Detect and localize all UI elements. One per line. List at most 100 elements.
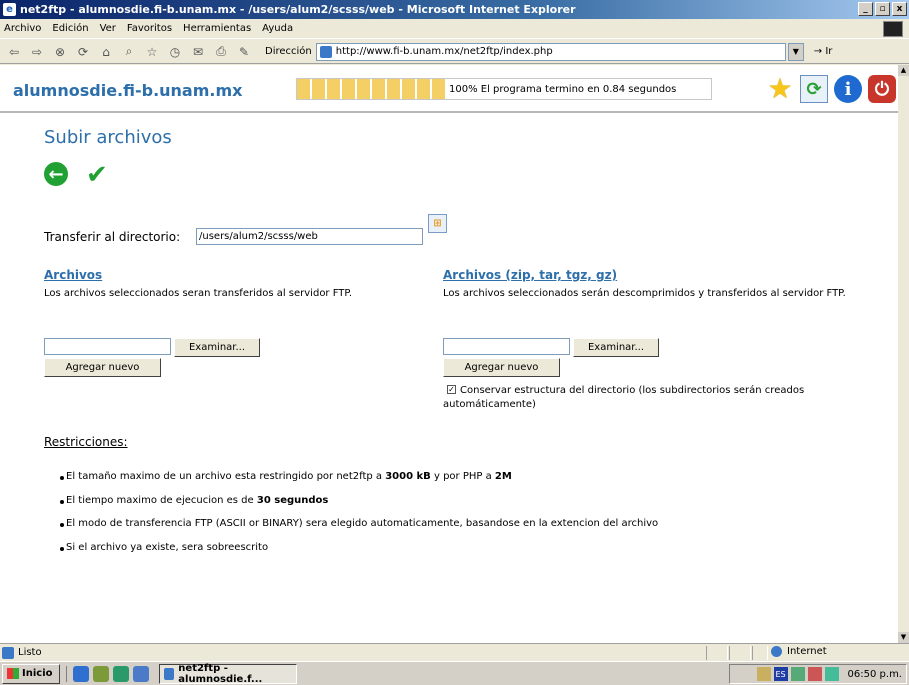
go-button[interactable]: → Ir: [814, 46, 833, 57]
home-icon[interactable]: ⌂: [96, 43, 116, 61]
archive-add-new-button[interactable]: Agregar nuevo: [443, 358, 560, 377]
tree-browse-icon[interactable]: ⊞: [428, 214, 447, 233]
go-label: Ir: [825, 46, 833, 57]
desktop-icon[interactable]: [93, 665, 109, 682]
scroll-up-icon[interactable]: ▲: [898, 65, 909, 76]
stop-icon[interactable]: ⊗: [50, 43, 70, 61]
start-button[interactable]: Inicio: [2, 663, 60, 684]
restriction-item: Si el archivo ya existe, sera sobreescri…: [59, 542, 658, 566]
keep-structure-label: Conservar estructura del directorio (los…: [443, 385, 805, 410]
progress-bar: 100% El programa termino en 0.84 segundo…: [296, 78, 712, 100]
address-label: Dirección: [265, 46, 312, 57]
files-description: Los archivos seleccionados seran transfe…: [44, 288, 353, 299]
address-url: http://www.fi-b.unam.mx/net2ftp/index.ph…: [335, 46, 553, 57]
windows-flag-icon: [7, 668, 19, 679]
windows-logo-icon: [883, 21, 903, 37]
menu-edicion[interactable]: Edición: [52, 23, 88, 34]
zone-text: Internet: [787, 646, 827, 657]
close-button[interactable]: x: [892, 2, 907, 16]
star-icon[interactable]: ★: [766, 75, 794, 103]
messenger-icon[interactable]: [824, 667, 839, 681]
status-text: Listo: [18, 647, 42, 658]
restriction-item: El modo de transferencia FTP (ASCII or B…: [59, 518, 658, 542]
archive-browse-button[interactable]: Examinar...: [573, 338, 659, 357]
directory-input[interactable]: /users/alum2/scsss/web: [196, 228, 423, 245]
net2ftp-header: alumnosdie.fi-b.unam.mx 100% El programa…: [0, 65, 898, 113]
add-new-button[interactable]: Agregar nuevo: [44, 358, 161, 377]
scroll-down-icon[interactable]: ▼: [898, 632, 909, 643]
start-label: Inicio: [22, 668, 53, 679]
volume-icon[interactable]: [756, 667, 771, 681]
restriction-item: El tamaño maximo de un archivo esta rest…: [59, 471, 658, 495]
submit-button[interactable]: ✔: [86, 160, 108, 190]
menu-archivo[interactable]: Archivo: [4, 23, 41, 34]
title-bar[interactable]: e net2ftp - alumnosdie.fi-b.unam.mx - /u…: [0, 0, 909, 19]
status-segment: [752, 646, 768, 660]
taskbar: Inicio net2ftp - alumnosdie.f... ES 06:5…: [0, 661, 909, 685]
ie-icon: e: [3, 3, 16, 16]
maximize-button[interactable]: ▫: [875, 2, 890, 16]
browser-window: e net2ftp - alumnosdie.fi-b.unam.mx - /u…: [0, 0, 909, 685]
restriction-item: El tiempo maximo de ejecucion es de 30 s…: [59, 495, 658, 519]
antivirus-icon[interactable]: [807, 667, 822, 681]
edit-icon[interactable]: ✎: [234, 43, 254, 61]
print-icon[interactable]: ⎙: [211, 43, 231, 61]
menu-herramientas[interactable]: Herramientas: [183, 23, 251, 34]
status-segment: [729, 646, 751, 660]
refresh-icon[interactable]: ⟳: [800, 75, 828, 103]
favorites-icon[interactable]: ☆: [142, 43, 162, 61]
status-segment: [706, 646, 728, 660]
forward-arrow-icon[interactable]: ⇨: [27, 43, 47, 61]
clock: 06:50 p.m.: [847, 668, 902, 680]
window-controls: _ ▫ x: [858, 2, 907, 16]
progress-text: 100% El programa termino en 0.84 segundo…: [449, 83, 677, 95]
restrictions-title: Restricciones:: [44, 435, 128, 449]
page-title: Subir archivos: [44, 127, 172, 148]
archive-file-input[interactable]: [443, 338, 570, 355]
header-icons: ★ ⟳ i ⏻: [766, 75, 896, 103]
menu-ayuda[interactable]: Ayuda: [262, 23, 293, 34]
status-bar: Listo Internet: [0, 643, 909, 661]
directory-label: Transferir al directorio:: [44, 230, 181, 244]
history-icon[interactable]: ◷: [165, 43, 185, 61]
host-name: alumnosdie.fi-b.unam.mx: [13, 81, 243, 100]
quick-launch: [66, 665, 149, 682]
info-icon[interactable]: i: [834, 75, 862, 103]
page-icon: [319, 45, 332, 58]
archives-description: Los archivos seleccionados serán descomp…: [443, 288, 846, 299]
security-zone: Internet: [771, 646, 827, 657]
network-icon[interactable]: [790, 667, 805, 681]
file-input[interactable]: [44, 338, 171, 355]
address-dropdown-icon[interactable]: ▼: [787, 42, 804, 61]
mail-icon[interactable]: ✉: [188, 43, 208, 61]
media-icon[interactable]: [113, 665, 129, 682]
archives-title-link[interactable]: Archivos (zip, tar, tgz, gz): [443, 268, 617, 282]
search-icon[interactable]: ⌕: [119, 43, 139, 61]
power-icon[interactable]: ⏻: [868, 75, 896, 103]
progress-fill: [297, 79, 447, 99]
page-status-icon: [2, 646, 14, 659]
page-content: alumnosdie.fi-b.unam.mx 100% El programa…: [0, 65, 898, 643]
task-label: net2ftp - alumnosdie.f...: [178, 662, 263, 685]
refresh-page-icon[interactable]: ⟳: [73, 43, 93, 61]
task-ie-window[interactable]: net2ftp - alumnosdie.f...: [159, 662, 297, 685]
globe-icon: [771, 646, 782, 657]
address-input[interactable]: http://www.fi-b.unam.mx/net2ftp/index.ph…: [315, 42, 786, 61]
system-tray: ES 06:50 p.m.: [729, 664, 907, 684]
ie-quicklaunch-icon[interactable]: [73, 665, 89, 682]
menu-favoritos[interactable]: Favoritos: [127, 23, 172, 34]
window-title: net2ftp - alumnosdie.fi-b.unam.mx - /use…: [20, 3, 576, 16]
restrictions-list: El tamaño maximo de un archivo esta rest…: [59, 471, 658, 566]
back-arrow-icon[interactable]: ⇦: [4, 43, 24, 61]
keep-structure-checkbox[interactable]: ✓: [447, 385, 456, 394]
files-title-link[interactable]: Archivos: [44, 268, 102, 282]
vertical-scrollbar[interactable]: ▲ ▼: [898, 65, 909, 643]
explorer-icon[interactable]: [133, 665, 149, 682]
browse-button[interactable]: Examinar...: [174, 338, 260, 357]
toolbar: ⇦ ⇨ ⊗ ⟳ ⌂ ⌕ ☆ ◷ ✉ ⎙ ✎ Dirección http://w…: [0, 40, 909, 64]
back-button[interactable]: ←: [44, 162, 68, 186]
menu-bar: Archivo Edición Ver Favoritos Herramient…: [0, 19, 909, 39]
menu-ver[interactable]: Ver: [100, 23, 116, 34]
language-indicator[interactable]: ES: [773, 667, 788, 681]
minimize-button[interactable]: _: [858, 2, 873, 16]
